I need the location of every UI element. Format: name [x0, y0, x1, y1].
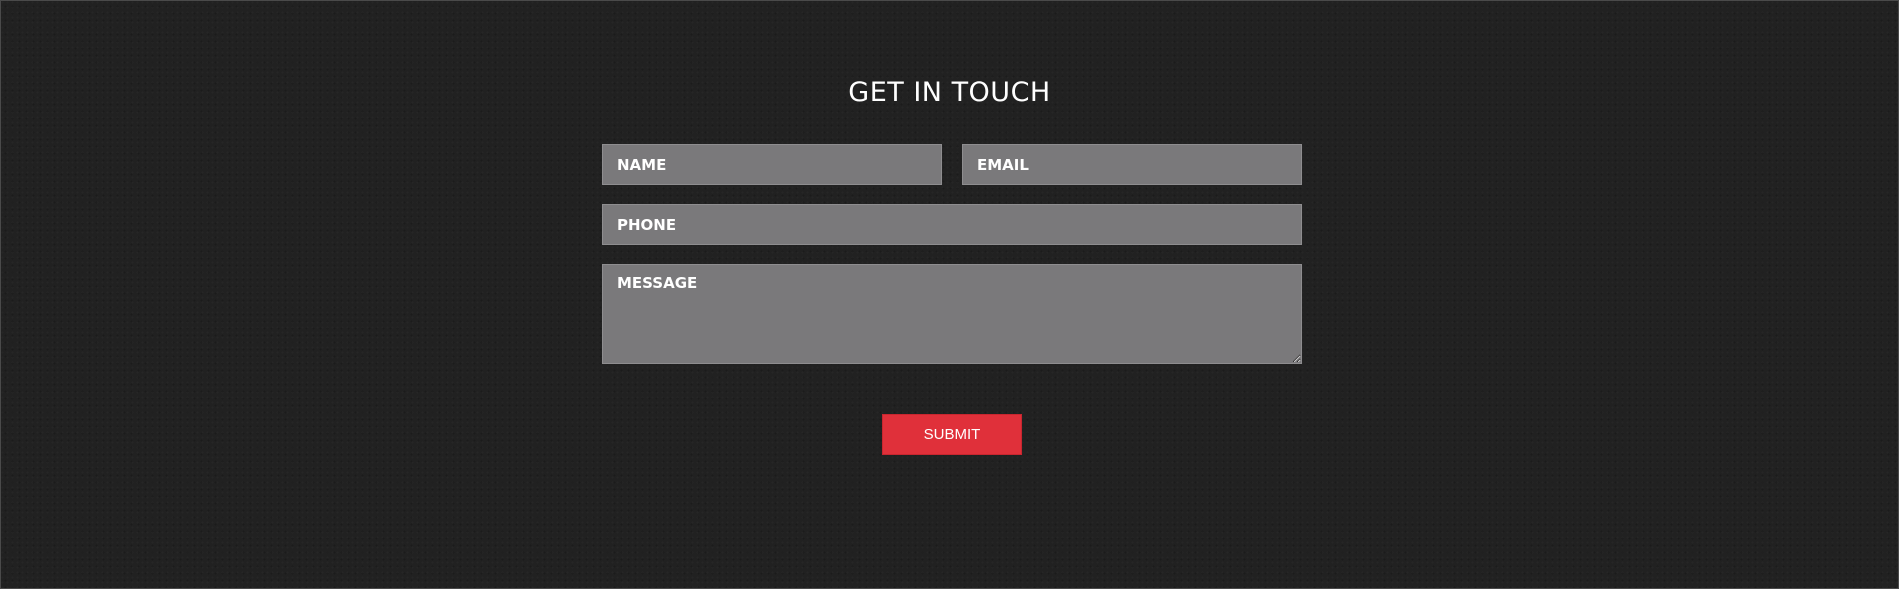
submit-button[interactable]: SUBMIT — [882, 414, 1022, 455]
name-input[interactable] — [602, 144, 942, 185]
email-input[interactable] — [962, 144, 1302, 185]
form-title: GET IN TOUCH — [848, 77, 1051, 108]
message-textarea[interactable] — [602, 264, 1302, 364]
phone-input[interactable] — [602, 204, 1302, 245]
